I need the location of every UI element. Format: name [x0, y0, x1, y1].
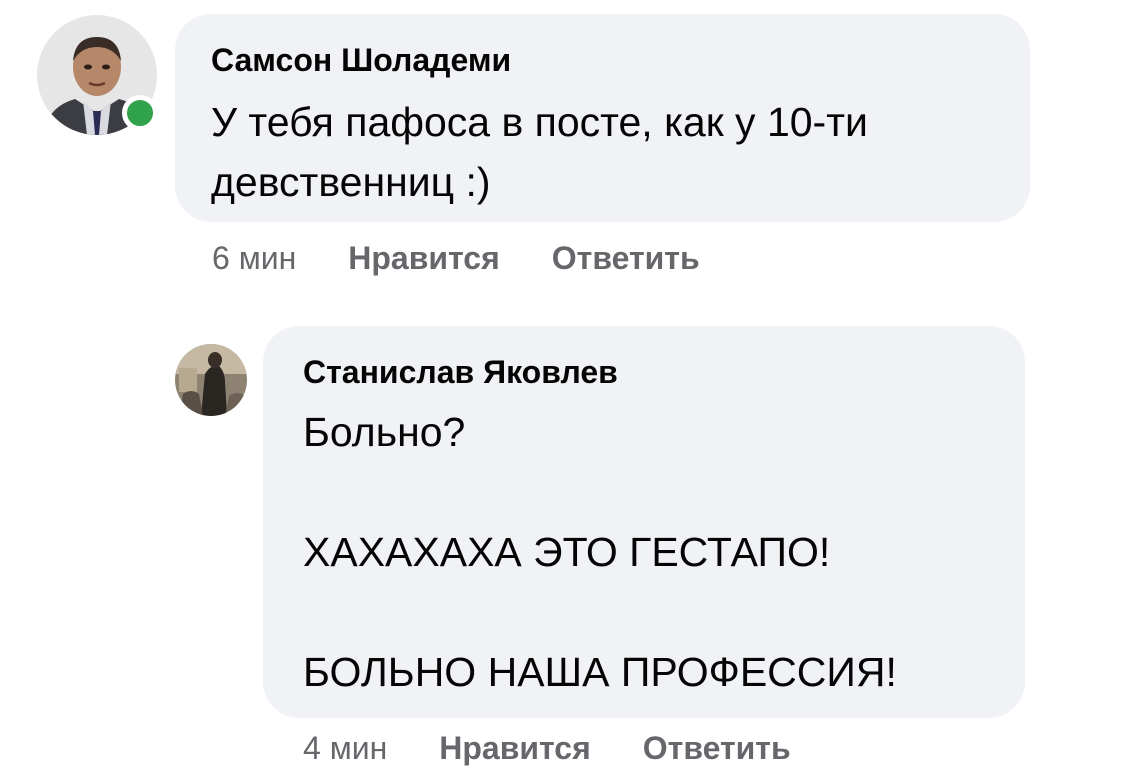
- comment-text: Больно? ХАХАХАХА ЭТО ГЕСТАПО! БОЛЬНО НАШ…: [303, 402, 897, 702]
- like-button[interactable]: Нравится: [439, 730, 591, 767]
- comment-author[interactable]: Самсон Шоладеми: [211, 42, 511, 79]
- online-status-indicator: [122, 95, 158, 131]
- reply-button[interactable]: Ответить: [552, 240, 700, 277]
- avatar-stanislav[interactable]: [175, 344, 247, 416]
- comment-1: Самсон Шоладеми У тебя пафоса в посте, к…: [0, 0, 1125, 300]
- avatar-image: [175, 344, 247, 416]
- comment-bubble: Станислав Яковлев Больно? ХАХАХАХА ЭТО Г…: [263, 326, 1025, 718]
- comment-line: У тебя пафоса в посте, как у 10-ти: [211, 99, 868, 145]
- comment-line: БОЛЬНО НАША ПРОФЕССИЯ!: [303, 649, 897, 695]
- comment-time[interactable]: 4 мин: [303, 730, 387, 767]
- comment-bubble: Самсон Шоладеми У тебя пафоса в посте, к…: [175, 14, 1030, 222]
- comment-line: девственниц :): [211, 159, 491, 205]
- like-button[interactable]: Нравится: [348, 240, 500, 277]
- comment-time[interactable]: 6 мин: [212, 240, 296, 277]
- comment-meta: 4 мин Нравится Ответить: [303, 728, 791, 768]
- comment-2: Станислав Яковлев Больно? ХАХАХАХА ЭТО Г…: [0, 300, 1125, 778]
- comment-line: Больно?: [303, 409, 466, 455]
- comment-line: ХАХАХАХА ЭТО ГЕСТАПО!: [303, 529, 831, 575]
- comment-line: [303, 462, 897, 522]
- comment-line: [303, 582, 897, 642]
- comment-meta: 6 мин Нравится Ответить: [212, 238, 700, 278]
- comment-text: У тебя пафоса в посте, как у 10-ти девст…: [211, 92, 868, 212]
- comment-author[interactable]: Станислав Яковлев: [303, 354, 618, 391]
- reply-button[interactable]: Ответить: [643, 730, 791, 767]
